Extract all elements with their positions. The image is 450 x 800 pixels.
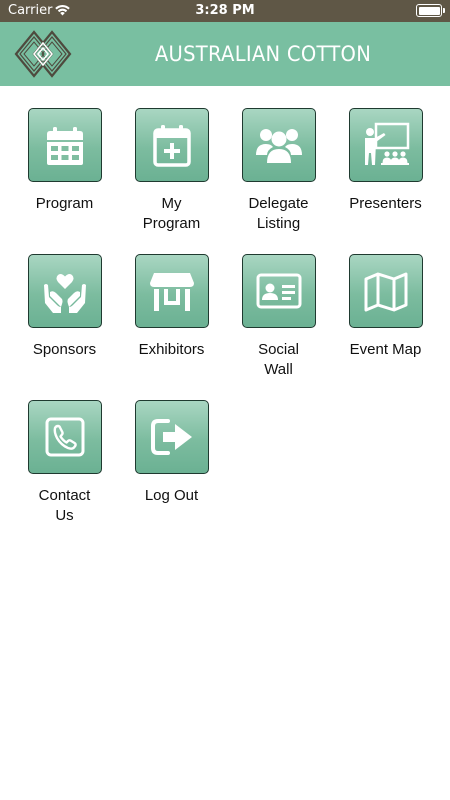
id-card-icon: [256, 273, 302, 309]
contact-us-button[interactable]: [28, 400, 102, 474]
presenters-label: Presenters: [349, 195, 422, 212]
menu-item-program[interactable]: Program: [11, 108, 118, 248]
log-out-button[interactable]: [135, 400, 209, 474]
sponsors-button[interactable]: [28, 254, 102, 328]
users-group-icon: [256, 129, 302, 163]
conference-logo: [14, 30, 72, 78]
social-wall-label: Social Wall: [258, 341, 299, 378]
program-label: Program: [35, 195, 94, 212]
battery-icon: [416, 4, 445, 17]
my-program-button[interactable]: [135, 108, 209, 182]
social-wall-button[interactable]: [242, 254, 316, 328]
sign-out-icon: [151, 419, 192, 455]
storefront-icon: [150, 273, 194, 311]
event-map-button[interactable]: [349, 254, 423, 328]
delegate-listing-button[interactable]: [242, 108, 316, 182]
menu-item-contact-us[interactable]: Contact Us: [11, 400, 118, 540]
delegate-listing-label: Delegate Listing: [248, 195, 309, 232]
menu-item-sponsors[interactable]: Sponsors: [11, 254, 118, 394]
app-header: AUSTRALIAN COTTON CONFERENCE: [0, 22, 450, 130]
exhibitors-label: Exhibitors: [138, 341, 205, 358]
menu-item-social-wall[interactable]: Social Wall: [225, 254, 332, 394]
folded-map-icon: [364, 272, 408, 312]
menu-item-presenters[interactable]: Presenters: [332, 108, 439, 248]
menu-item-event-map[interactable]: Event Map: [332, 254, 439, 394]
hands-heart-icon: [44, 274, 86, 313]
sponsors-label: Sponsors: [32, 341, 97, 358]
menu-item-my-program[interactable]: My Program: [118, 108, 225, 248]
log-out-label: Log Out: [144, 487, 199, 504]
calendar-icon: [47, 127, 83, 165]
menu-item-log-out[interactable]: Log Out: [118, 400, 225, 540]
presenters-button[interactable]: [349, 108, 423, 182]
program-button[interactable]: [28, 108, 102, 182]
app-title: AUSTRALIAN COTTON CONFERENCE: [154, 42, 372, 130]
contact-us-label: Contact Us: [38, 487, 91, 524]
event-map-label: Event Map: [349, 341, 422, 358]
presenter-board-icon: [365, 122, 410, 165]
status-bar: Carrier 3:28 PM: [0, 0, 450, 22]
phone-icon: [45, 417, 85, 457]
menu-item-delegate-listing[interactable]: Delegate Listing: [225, 108, 332, 248]
my-program-label: My Program: [142, 195, 201, 232]
clock: 3:28 PM: [195, 3, 255, 18]
exhibitors-button[interactable]: [135, 254, 209, 328]
calendar-plus-icon: [153, 125, 191, 167]
menu-item-exhibitors[interactable]: Exhibitors: [118, 254, 225, 394]
